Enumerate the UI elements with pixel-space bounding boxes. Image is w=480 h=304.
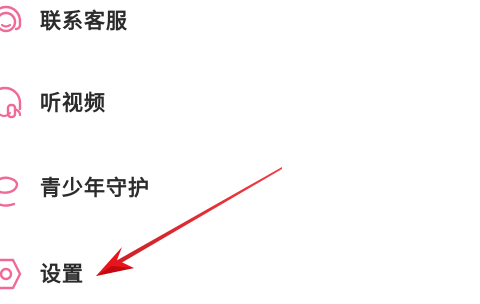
menu-item-label: 联系客服: [40, 9, 128, 33]
youth-guard-icon: [0, 158, 30, 218]
menu-item-label: 青少年守护: [40, 176, 150, 200]
headphones-icon: [0, 73, 30, 133]
menu-item-listen-video[interactable]: 听视频: [0, 73, 480, 133]
customer-service-icon: [0, 0, 30, 51]
settings-icon: [0, 244, 30, 304]
menu-item-customer-service[interactable]: 联系客服: [0, 0, 480, 51]
side-menu: 联系客服 听视频 青少年守护 设置: [0, 0, 480, 300]
menu-item-settings[interactable]: 设置: [0, 244, 480, 304]
menu-item-label: 设置: [40, 262, 84, 286]
menu-item-label: 听视频: [40, 91, 106, 115]
menu-item-youth-guard[interactable]: 青少年守护: [0, 158, 480, 218]
